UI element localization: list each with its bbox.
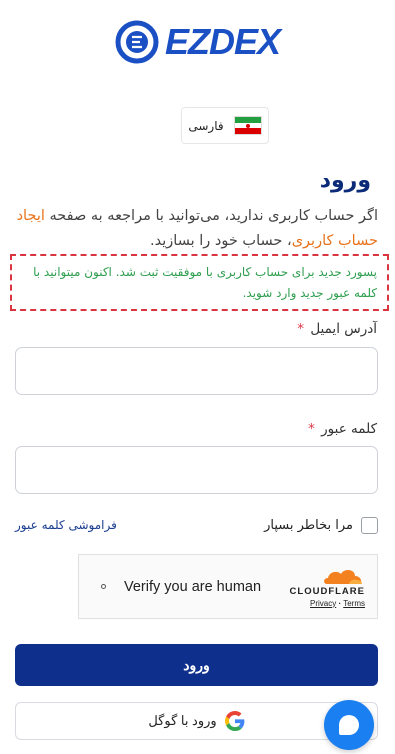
required-mark: *	[308, 421, 315, 437]
remember-me-label: مرا بخاطر بسپار	[264, 518, 353, 533]
remember-me[interactable]: مرا بخاطر بسپار	[264, 517, 378, 534]
cloudflare-name: CLOUDFLARE	[289, 585, 365, 597]
brand-logo[interactable]: EZDEX	[0, 20, 395, 64]
captcha-text: Verify you are human	[124, 578, 262, 595]
chat-bubble-icon	[339, 715, 359, 735]
privacy-link[interactable]: Privacy	[310, 599, 336, 608]
captcha-spinner-icon	[101, 584, 106, 589]
intro-text-after: ، حساب خود را بسازید.	[150, 233, 292, 249]
remember-me-checkbox[interactable]	[361, 517, 378, 534]
password-label: کلمه عبور *	[308, 421, 377, 437]
forgot-password-link[interactable]: فراموشی کلمه عبور	[15, 518, 117, 532]
signup-intro: اگر حساب کاربری ندارید، می‌توانید با مرا…	[16, 204, 378, 254]
required-mark: *	[297, 321, 305, 337]
cloudflare-cloud-icon	[324, 569, 362, 584]
google-login-label: ورود با گوگل	[148, 713, 217, 728]
intro-text-before: اگر حساب کاربری ندارید، می‌توانید با مرا…	[44, 208, 378, 224]
email-input[interactable]	[15, 347, 378, 395]
page-title: ورود	[319, 168, 371, 193]
brand-logo-text: EZDEX	[164, 21, 281, 62]
terms-link[interactable]: Terms	[343, 599, 365, 608]
language-label: فارسی	[188, 118, 224, 133]
link-separator: ·	[338, 598, 342, 608]
chat-widget-button[interactable]	[324, 700, 374, 750]
success-alert: پسورد جدید برای حساب کاربری با موفقیت ثب…	[10, 254, 389, 311]
password-input[interactable]	[15, 446, 378, 494]
google-icon	[224, 711, 245, 731]
cloudflare-captcha[interactable]: Verify you are human CLOUDFLARE Privacy …	[78, 554, 378, 619]
iran-flag-icon	[233, 116, 262, 135]
email-label: آدرس ایمیل *	[297, 321, 377, 337]
language-selector[interactable]: فارسی	[181, 107, 269, 144]
ezdex-logo-icon	[115, 20, 159, 64]
login-button[interactable]: ورود	[15, 644, 378, 686]
cloudflare-branding: CLOUDFLARE Privacy · Terms	[290, 566, 365, 608]
